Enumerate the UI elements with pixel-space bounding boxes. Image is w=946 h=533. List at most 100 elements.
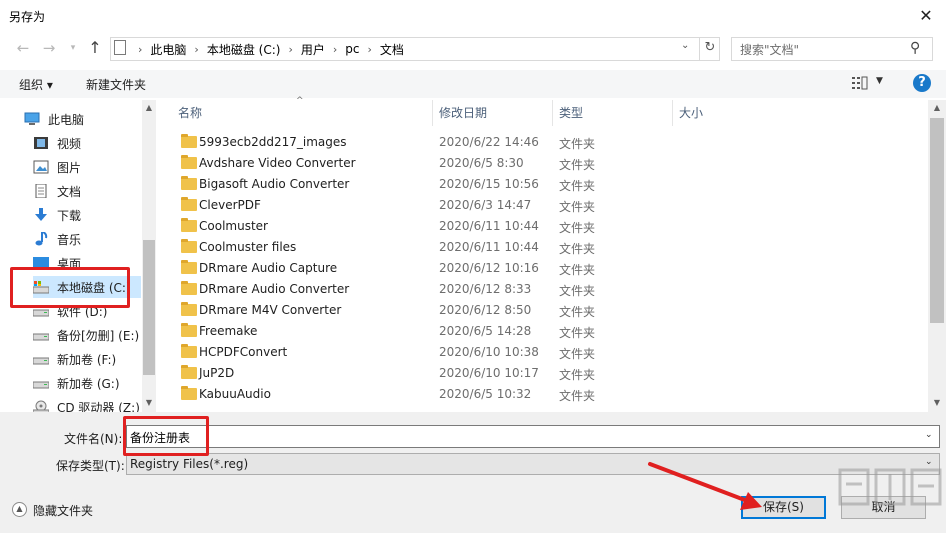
folder-icon	[181, 365, 197, 379]
sidebar-item-label: 新加卷 (G:)	[57, 376, 120, 391]
file-list-scrollbar-thumb[interactable]	[930, 118, 944, 323]
column-divider[interactable]	[552, 100, 553, 126]
list-item[interactable]: JuP2D 2020/6/10 10:17 文件夹	[170, 363, 928, 384]
sidebar-item-label: 新加卷 (F:)	[57, 352, 117, 367]
close-button[interactable]: ✕	[914, 4, 938, 28]
file-name: JuP2D	[199, 366, 235, 380]
sidebar-item-label: 此电脑	[48, 112, 85, 127]
back-button[interactable]: ←	[12, 37, 34, 59]
view-options-dropdown[interactable]: ▼	[876, 76, 883, 86]
folder-icon	[181, 386, 197, 400]
window-title: 另存为	[9, 10, 46, 24]
file-name: 5993ecb2dd217_images	[199, 135, 347, 149]
file-type: 文件夹	[559, 326, 596, 340]
help-icon[interactable]: ?	[913, 74, 931, 92]
breadcrumb-separator: ›	[367, 42, 372, 56]
filename-dropdown-icon[interactable]: ⌄	[925, 430, 933, 440]
breadcrumb-item[interactable]: 文档	[380, 41, 404, 58]
file-type: 文件夹	[559, 263, 596, 277]
documents-folder-icon	[35, 184, 47, 198]
file-type: 文件夹	[559, 305, 596, 319]
column-header-type[interactable]: 类型	[559, 104, 583, 124]
sidebar-item-drive-e[interactable]: 备份[勿删] (E:)	[33, 324, 139, 346]
view-options-icon[interactable]	[852, 76, 868, 90]
search-icon[interactable]: ⚲	[910, 40, 920, 56]
column-divider[interactable]	[672, 100, 673, 126]
breadcrumb-separator: ›	[288, 42, 293, 56]
file-name: HCPDFConvert	[199, 345, 288, 359]
filetype-value: Registry Files(*.reg)	[130, 457, 249, 471]
file-date: 2020/6/12 10:16	[439, 261, 539, 275]
refresh-button[interactable]: ↻	[699, 37, 720, 61]
sidebar-item-drive-g[interactable]: 新加卷 (G:)	[33, 372, 120, 394]
search-placeholder: 搜索"文档"	[740, 43, 800, 57]
filename-input[interactable]	[126, 425, 940, 448]
recent-locations-dropdown[interactable]: ▾	[62, 37, 84, 59]
drive-icon	[33, 333, 49, 341]
file-name: CleverPDF	[199, 198, 261, 212]
sidebar-item-drive-f[interactable]: 新加卷 (F:)	[33, 348, 116, 370]
drive-icon	[33, 357, 49, 365]
list-item[interactable]: Bigasoft Audio Converter 2020/6/15 10:56 文…	[170, 174, 928, 195]
breadcrumb: › 此电脑 › 本地磁盘 (C:) › 用户 › pc › 文档	[130, 40, 404, 58]
column-header-date[interactable]: 修改日期	[439, 104, 487, 124]
new-folder-button[interactable]: 新建文件夹	[86, 76, 146, 93]
sidebar-item-videos[interactable]: 视频	[33, 132, 81, 154]
list-item[interactable]: DRmare M4V Converter 2020/6/12 8:50 文件夹	[170, 300, 928, 321]
list-item[interactable]: Coolmuster 2020/6/11 10:44 文件夹	[170, 216, 928, 237]
document-location-icon	[114, 40, 126, 55]
breadcrumb-item[interactable]: 此电脑	[150, 41, 186, 58]
file-name: Freemake	[199, 324, 258, 338]
file-name: DRmare M4V Converter	[199, 303, 342, 317]
filetype-label: 保存类型(T):	[56, 459, 125, 473]
sidebar-item-documents[interactable]: 文档	[33, 180, 81, 202]
sidebar-item-music[interactable]: 音乐	[33, 228, 81, 250]
folder-icon	[181, 197, 197, 211]
folder-icon	[181, 176, 197, 190]
file-type: 文件夹	[559, 368, 596, 382]
list-item[interactable]: Coolmuster files 2020/6/11 10:44 文件夹	[170, 237, 928, 258]
list-item[interactable]: HCPDFConvert 2020/6/10 10:38 文件夹	[170, 342, 928, 363]
list-item[interactable]: KabuuAudio 2020/6/5 10:32 文件夹	[170, 384, 928, 405]
file-list-scroll-down[interactable]: ▼	[930, 398, 944, 407]
download-arrow-icon	[35, 208, 47, 221]
organize-button[interactable]: 组织 ▾	[19, 76, 53, 93]
address-dropdown-icon[interactable]: ⌄	[681, 40, 689, 51]
list-item[interactable]: CleverPDF 2020/6/3 14:47 文件夹	[170, 195, 928, 216]
up-button[interactable]: ↑	[84, 37, 106, 59]
file-type: 文件夹	[559, 242, 596, 256]
list-item[interactable]: DRmare Audio Converter 2020/6/12 8:33 文件夹	[170, 279, 928, 300]
sort-ascending-icon: ^	[296, 96, 304, 106]
collapse-chevron-icon[interactable]: ▲	[12, 502, 27, 517]
sidebar-item-pictures[interactable]: 图片	[33, 156, 81, 178]
column-header-name[interactable]: 名称	[178, 104, 202, 124]
sidebar-item-label: 图片	[57, 160, 82, 175]
sidebar-scroll-down[interactable]: ▼	[142, 398, 156, 407]
forward-button[interactable]: →	[38, 37, 60, 59]
file-type: 文件夹	[559, 179, 596, 193]
file-name: DRmare Audio Converter	[199, 282, 350, 296]
sidebar-item-downloads[interactable]: 下载	[33, 204, 81, 226]
file-name: Coolmuster	[199, 219, 268, 233]
file-type: 文件夹	[559, 158, 596, 172]
breadcrumb-item[interactable]: 本地磁盘 (C:)	[207, 41, 281, 58]
sidebar-scrollbar-thumb[interactable]	[143, 240, 155, 375]
hide-folders-toggle[interactable]: 隐藏文件夹	[33, 502, 93, 519]
list-item[interactable]: Avdshare Video Converter 2020/6/5 8:30 文件夹	[170, 153, 928, 174]
sidebar-item-this-pc[interactable]: 此电脑	[24, 108, 84, 130]
file-date: 2020/6/5 14:28	[439, 324, 532, 338]
sidebar-item-label: 文档	[57, 184, 82, 199]
folder-icon	[181, 302, 197, 316]
sidebar-item-drive-z[interactable]: CD 驱动器 (Z:)	[33, 396, 140, 412]
column-header-size[interactable]: 大小	[679, 104, 703, 124]
breadcrumb-item[interactable]: 用户	[301, 41, 325, 58]
column-divider[interactable]	[432, 100, 433, 126]
folder-icon	[181, 239, 197, 253]
file-date: 2020/6/15 10:56	[439, 177, 539, 191]
sidebar-item-label: 备份[勿删] (E:)	[57, 328, 140, 343]
list-item[interactable]: DRmare Audio Capture 2020/6/12 10:16 文件夹	[170, 258, 928, 279]
list-item[interactable]: Freemake 2020/6/5 14:28 文件夹	[170, 321, 928, 342]
breadcrumb-item[interactable]: pc	[345, 42, 359, 56]
file-date: 2020/6/12 8:33	[439, 282, 532, 296]
list-item[interactable]: 5993ecb2dd217_images 2020/6/22 14:46 文件夹	[170, 132, 928, 153]
